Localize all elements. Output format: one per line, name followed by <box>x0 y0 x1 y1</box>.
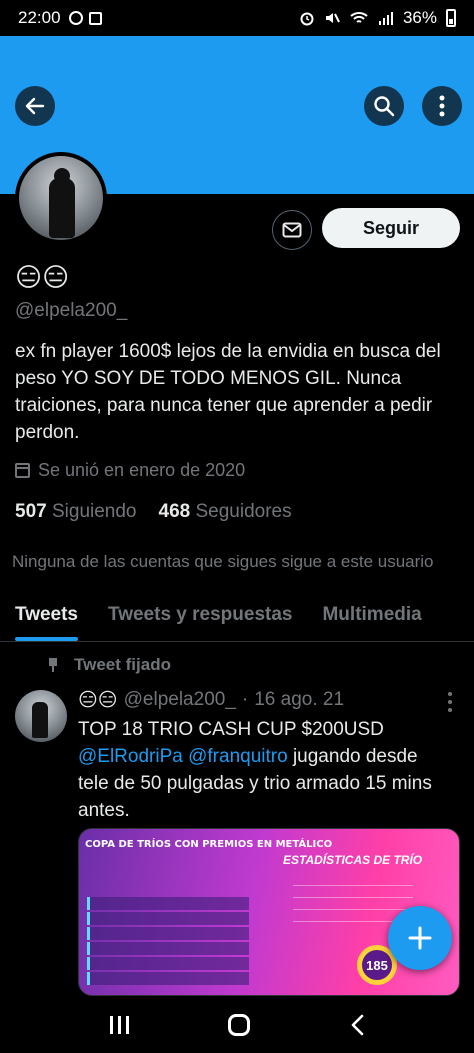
system-navigation-bar <box>0 996 474 1053</box>
following-label: Siguiendo <box>51 501 137 522</box>
tweet-text-line: TOP 18 TRIO CASH CUP $200USD <box>78 719 384 740</box>
media-scoreboard <box>87 897 249 987</box>
media-title: COPA DE TRÍOS CON PREMIOS EN METÁLICO <box>85 839 333 850</box>
plus-icon <box>408 926 432 950</box>
search-icon <box>374 96 395 117</box>
status-bar: 22:00 36% <box>0 0 474 36</box>
mention-link[interactable]: @franquitro <box>188 746 288 767</box>
arrow-left-icon <box>25 97 45 115</box>
tweet-author-name[interactable]: 😑😑 <box>78 689 118 712</box>
mute-icon <box>325 13 340 23</box>
profile-handle: @elpela200_ <box>15 300 128 321</box>
tweet-date[interactable]: 16 ago. 21 <box>254 689 344 712</box>
follow-counts: 507 Siguiendo 468 Seguidores <box>15 501 292 523</box>
whatsapp-icon <box>68 11 83 25</box>
tweet-avatar[interactable] <box>15 690 67 742</box>
more-vertical-icon <box>439 95 445 117</box>
tweet-text: TOP 18 TRIO CASH CUP $200USD @ElRodriPa … <box>78 716 458 824</box>
pin-icon <box>48 658 58 672</box>
followers-link[interactable]: 468 Seguidores <box>159 501 292 523</box>
calendar-icon <box>15 463 30 478</box>
battery-percent: 36% <box>402 8 437 27</box>
signal-icon <box>378 12 393 25</box>
battery-icon <box>446 9 456 27</box>
compose-tweet-button[interactable] <box>388 906 452 970</box>
alarm-icon <box>300 12 314 26</box>
back-button[interactable] <box>15 86 55 126</box>
pinned-label: Tweet fijado <box>74 655 171 674</box>
wifi-icon <box>350 12 368 23</box>
back-nav-button[interactable] <box>350 1014 364 1036</box>
join-date-text: Se unió en enero de 2020 <box>38 460 246 480</box>
tweet-text-fragment: jugando desde <box>287 746 418 767</box>
following-count: 507 <box>15 501 47 522</box>
tweet-separator: · <box>241 689 249 710</box>
tweet-more-button[interactable] <box>444 692 456 712</box>
recent-apps-button[interactable] <box>109 1015 129 1034</box>
followers-count: 468 <box>158 501 191 522</box>
tab-tweets-replies[interactable]: Tweets y respuestas <box>93 590 307 641</box>
envelope-icon <box>282 222 302 238</box>
notification-icon <box>88 11 102 25</box>
home-button[interactable] <box>228 1013 251 1036</box>
mutual-followers-note: Ninguna de las cuentas que sigues sigue … <box>12 552 434 571</box>
more-options-button[interactable] <box>422 86 462 126</box>
profile-bio: ex fn player 1600$ lejos de la envidia e… <box>15 341 441 443</box>
tweet-author-handle[interactable]: @elpela200_ <box>124 689 236 712</box>
search-button[interactable] <box>364 86 404 126</box>
profile-avatar[interactable] <box>15 152 107 244</box>
media-subtitle: ESTADÍSTICAS DE TRÍO <box>283 853 423 867</box>
tweet-header: 😑😑 @elpela200_ · 16 ago. 21 <box>78 689 344 712</box>
display-name: 😑😑 <box>15 262 70 292</box>
status-time: 22:00 <box>18 8 61 27</box>
profile-tabs: Tweets Tweets y respuestas Multimedia <box>0 590 474 642</box>
followers-label: Seguidores <box>195 501 292 522</box>
tab-media[interactable]: Multimedia <box>307 590 436 641</box>
pinned-indicator: Tweet fijado <box>48 655 171 675</box>
tweet-text-line: @ElRodriPa @franquitro jugando desde <box>78 743 458 770</box>
mention-link[interactable]: @ElRodriPa <box>78 746 183 767</box>
follow-button[interactable]: Seguir <box>322 208 460 248</box>
tweet-text-line: tele de 50 pulgadas y trio armado 15 min… <box>78 773 432 821</box>
tab-tweets[interactable]: Tweets <box>0 590 93 641</box>
message-button[interactable] <box>272 210 312 250</box>
join-date: Se unió en enero de 2020 <box>15 460 245 481</box>
following-link[interactable]: 507 Siguiendo <box>15 501 137 523</box>
